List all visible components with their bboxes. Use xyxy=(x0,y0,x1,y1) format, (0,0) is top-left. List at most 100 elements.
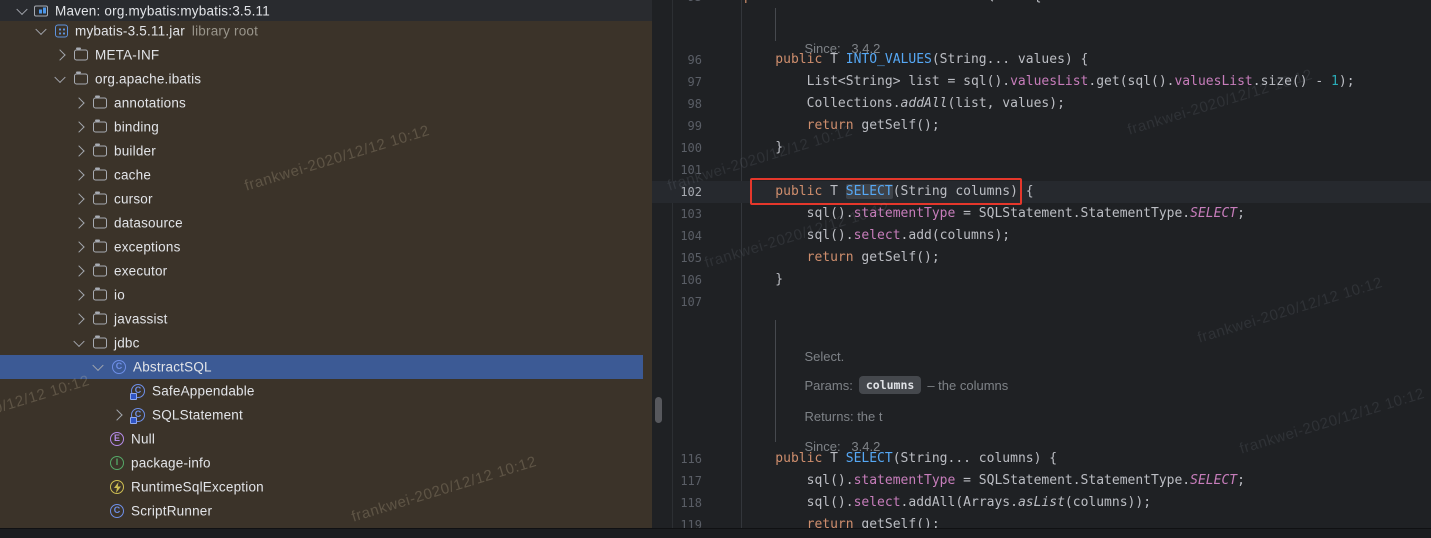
maven-library-icon xyxy=(34,5,48,16)
chevron-right-icon[interactable] xyxy=(73,217,85,229)
folder-icon xyxy=(93,95,107,109)
tree-item-label: SafeAppendable xyxy=(152,383,255,399)
inner-class-icon xyxy=(129,384,145,400)
tree-item-label: Null xyxy=(131,431,156,447)
code-text: } xyxy=(744,140,784,155)
chevron-down-icon[interactable] xyxy=(73,335,85,348)
tree-item-io[interactable]: io xyxy=(0,283,652,307)
line-number: 100 xyxy=(680,141,702,155)
tree-item-cache[interactable]: cache xyxy=(0,163,652,187)
project-tree-panel: Maven: org.mybatis:mybatis:3.5.11 mybati… xyxy=(0,0,652,537)
tree-item-mybatis-jar[interactable]: mybatis-3.5.11.jar library root xyxy=(0,19,652,43)
javadoc-params-line: Params: columns – the columns xyxy=(790,353,1008,394)
code-text: } xyxy=(744,272,784,287)
code-text: sql().statementType = SQLStatement.State… xyxy=(744,473,1245,488)
chevron-right-icon[interactable] xyxy=(73,121,85,133)
code-line-98[interactable]: 98 Collections.addAll(list, values); xyxy=(652,93,1431,115)
tree-item-builder[interactable]: builder xyxy=(0,139,652,163)
folder-icon xyxy=(74,71,88,85)
code-line-95[interactable]: 95 public abstract class AbstractSQL<T> … xyxy=(652,0,1431,8)
code-line-99[interactable]: 99 return getSelf(); xyxy=(652,115,1431,137)
tree-item-null[interactable]: Null xyxy=(0,427,652,451)
tree-item-label: cache xyxy=(114,167,152,183)
line-number: 99 xyxy=(687,119,702,133)
chevron-right-icon[interactable] xyxy=(73,289,85,301)
folder-icon xyxy=(93,191,107,205)
code-line-107[interactable]: 107 xyxy=(652,291,1431,313)
folder-icon xyxy=(93,239,107,253)
line-number: 103 xyxy=(680,207,702,221)
code-line-104[interactable]: 104 sql().select.add(columns); xyxy=(652,225,1431,247)
chevron-down-icon[interactable] xyxy=(92,359,104,372)
chevron-right-icon[interactable] xyxy=(111,409,123,421)
code-line-100[interactable]: 100 } xyxy=(652,137,1431,159)
folder-icon xyxy=(74,47,88,61)
code-line-105[interactable]: 105 return getSelf(); xyxy=(652,247,1431,269)
line-number: 97 xyxy=(687,75,702,89)
chevron-down-icon[interactable] xyxy=(35,23,47,36)
code-line-103[interactable]: 103 sql().statementType = SQLStatement.S… xyxy=(652,203,1431,225)
line-number: 101 xyxy=(680,163,702,177)
tree-item-datasource[interactable]: datasource xyxy=(0,211,652,235)
chevron-right-icon[interactable] xyxy=(73,313,85,325)
tree-item-annotations[interactable]: annotations xyxy=(0,91,652,115)
tree-item-safeappendable[interactable]: SafeAppendable xyxy=(0,379,652,403)
tree-item-scriptrunner[interactable]: ScriptRunner xyxy=(0,499,652,523)
tree-scrollbar-thumb[interactable] xyxy=(655,397,662,423)
tree-item-meta-inf[interactable]: META-INF xyxy=(0,43,652,67)
tree-item-cursor[interactable]: cursor xyxy=(0,187,652,211)
tree-item-sqlstatement[interactable]: SQLStatement xyxy=(0,403,652,427)
tree-item-package-info[interactable]: package-info xyxy=(0,451,652,475)
line-number: 96 xyxy=(687,53,702,67)
tree-item-jdbc[interactable]: jdbc xyxy=(0,331,652,355)
tree-item-maven-library[interactable]: Maven: org.mybatis:mybatis:3.5.11 xyxy=(0,0,652,21)
javadoc-returns-line: Returns: the t xyxy=(790,384,882,424)
code-text: sql().statementType = SQLStatement.State… xyxy=(744,206,1245,221)
tree-item-label: mybatis-3.5.11.jar xyxy=(75,23,185,39)
tree-item-abstractsql-selected[interactable]: AbstractSQL xyxy=(0,355,643,379)
chevron-right-icon[interactable] xyxy=(73,97,85,109)
code-line-118[interactable]: 118 sql().select.addAll(Arrays.asList(co… xyxy=(652,492,1431,514)
class-icon xyxy=(112,360,126,374)
chevron-down-icon[interactable] xyxy=(54,71,66,84)
tree-item-binding[interactable]: binding xyxy=(0,115,652,139)
chevron-right-icon[interactable] xyxy=(54,49,66,61)
folder-icon xyxy=(93,263,107,277)
code-text: Collections.addAll(list, values); xyxy=(744,96,1065,111)
line-number: 106 xyxy=(680,273,702,287)
code-line-116[interactable]: 116 public T SELECT(String... columns) { xyxy=(652,448,1431,470)
tree-item-label: io xyxy=(114,287,125,303)
chevron-right-icon[interactable] xyxy=(73,241,85,253)
tree-item-exceptions[interactable]: exceptions xyxy=(0,235,652,259)
tree-item-label: AbstractSQL xyxy=(133,359,212,375)
tree-item-secondary-label: library root xyxy=(191,23,259,39)
code-text: public T INTO_VALUES(String... values) { xyxy=(744,52,1089,67)
code-text: return getSelf(); xyxy=(744,250,940,265)
line-number: 102 xyxy=(680,185,702,199)
tree-item-label: jdbc xyxy=(114,335,140,351)
tree-item-javassist[interactable]: javassist xyxy=(0,307,652,331)
tree-item-label: org.apache.ibatis xyxy=(95,71,202,87)
folder-icon xyxy=(93,143,107,157)
code-line-96[interactable]: 96 public T INTO_VALUES(String... values… xyxy=(652,49,1431,71)
tree-item-label: executor xyxy=(114,263,168,279)
tree-item-executor[interactable]: executor xyxy=(0,259,652,283)
code-line-106[interactable]: 106 } xyxy=(652,269,1431,291)
chevron-right-icon[interactable] xyxy=(73,145,85,157)
chevron-right-icon[interactable] xyxy=(73,193,85,205)
chevron-down-icon[interactable] xyxy=(16,3,28,15)
line-number: 104 xyxy=(680,229,702,243)
tree-item-runtimesqlexception[interactable]: RuntimeSqlException xyxy=(0,475,652,499)
folder-icon xyxy=(93,167,107,181)
javadoc-since-line: Since: 3.4.2 xyxy=(790,16,880,56)
tree-item-label: javassist xyxy=(114,311,168,327)
code-line-117[interactable]: 117 sql().statementType = SQLStatement.S… xyxy=(652,470,1431,492)
code-text: public abstract class AbstractSQL<T> { xyxy=(744,0,1041,8)
code-editor[interactable]: Since: 3.4.2 95 public abstract class Ab… xyxy=(652,0,1431,537)
tree-item-label: ScriptRunner xyxy=(131,503,213,519)
tree-item-org-apache-ibatis[interactable]: org.apache.ibatis xyxy=(0,67,652,91)
tree-item-label: SQLStatement xyxy=(152,407,243,423)
chevron-right-icon[interactable] xyxy=(73,169,85,181)
code-line-97[interactable]: 97 List<String> list = sql().valuesList.… xyxy=(652,71,1431,93)
chevron-right-icon[interactable] xyxy=(73,265,85,277)
